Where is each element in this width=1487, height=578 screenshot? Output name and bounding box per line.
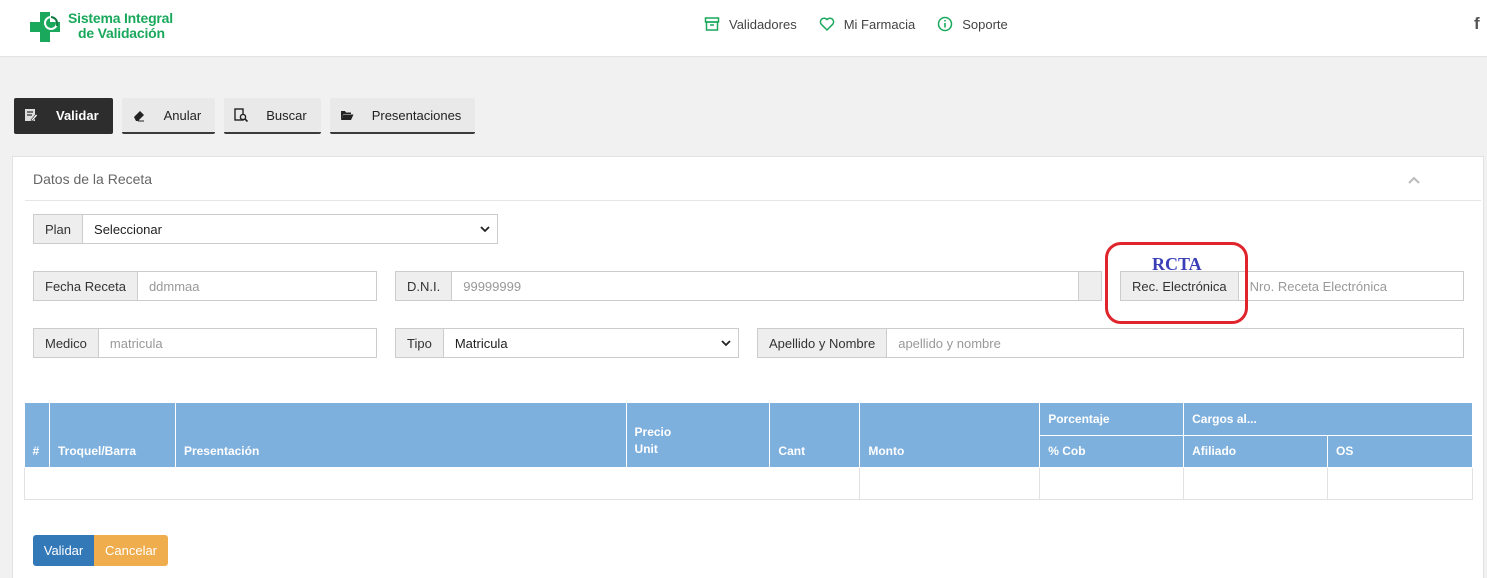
dni-group: D.N.I. 99999999: [395, 271, 1102, 301]
toolbar-buscar-button[interactable]: Buscar: [224, 98, 321, 134]
col-cargos: Cargos al...: [1183, 403, 1473, 436]
col-num: #: [24, 403, 50, 468]
table-row: [23, 466, 1473, 500]
dni-label: D.N.I.: [396, 272, 453, 300]
info-icon: [937, 16, 953, 32]
toolbar-buscar-label: Buscar: [266, 107, 307, 123]
fecha-receta-group: Fecha Receta ddmmaa: [33, 271, 377, 301]
nav-validadores-label: Validadores: [729, 16, 797, 32]
tipo-select-value: Matricula: [454, 335, 508, 351]
col-afiliado: Afiliado: [1183, 435, 1329, 468]
table-cell: [859, 466, 1041, 500]
toolbar-validar-label: Validar: [56, 107, 99, 123]
col-precio: Precio Unit: [626, 403, 771, 468]
fecha-receta-label: Fecha Receta: [34, 272, 138, 300]
col-monto: Monto: [859, 403, 1041, 468]
toolbar-anular-button[interactable]: Anular: [121, 98, 216, 134]
eraser-icon: [133, 111, 144, 122]
col-cant: Cant: [769, 403, 861, 468]
panel-title: Datos de la Receta: [33, 171, 153, 187]
brand-name: Sistema Integral de Validación: [68, 11, 173, 41]
toolbar-anular-label: Anular: [163, 107, 202, 123]
table-cell: [1327, 466, 1473, 500]
fecha-receta-input[interactable]: ddmmaa: [138, 272, 376, 300]
nav-soporte[interactable]: Soporte: [937, 15, 1008, 33]
validar-button[interactable]: Validar: [33, 535, 94, 566]
archive-icon: [704, 17, 720, 31]
col-os: OS: [1327, 435, 1473, 468]
table-cell: [1183, 466, 1329, 500]
medico-label: Medico: [34, 329, 99, 357]
brand-line1: Sistema Integral: [68, 10, 173, 26]
cancelar-button[interactable]: Cancelar: [94, 535, 168, 566]
brand-line2: de Validación: [78, 25, 165, 41]
nav-validadores[interactable]: Validadores: [704, 15, 797, 33]
rec-electronica-input[interactable]: Nro. Receta Electrónica: [1239, 272, 1463, 300]
nav-mi-farmacia-label: Mi Farmacia: [843, 16, 916, 32]
apellido-nombre-group: Apellido y Nombre apellido y nombre: [757, 328, 1464, 358]
col-cob: % Cob: [1039, 435, 1185, 468]
plan-label: Plan: [34, 215, 84, 243]
facebook-icon[interactable]: f: [1474, 14, 1480, 34]
col-presentacion: Presentación: [175, 403, 627, 468]
top-navbar: Sistema Integral de Validación Validador…: [0, 0, 1487, 57]
table-cell: [1039, 466, 1185, 500]
dni-addon-button[interactable]: [1078, 272, 1101, 300]
chevron-down-icon: [480, 226, 490, 233]
heart-icon: [819, 17, 835, 31]
folder-open-icon: [340, 111, 354, 120]
col-troquel: Troquel/Barra: [49, 403, 176, 468]
dni-input[interactable]: 99999999: [452, 272, 1078, 300]
search-document-icon: [234, 108, 249, 122]
apellido-nombre-label: Apellido y Nombre: [758, 329, 888, 357]
form-actions: Validar Cancelar: [33, 535, 168, 566]
medico-group: Medico matricula: [33, 328, 377, 358]
tipo-label: Tipo: [396, 329, 444, 357]
toolbar-validar-button[interactable]: Validar: [14, 98, 113, 134]
plan-select-value: Seleccionar: [94, 221, 162, 237]
apellido-nombre-input[interactable]: apellido y nombre: [887, 329, 1463, 357]
nav-soporte-label: Soporte: [962, 16, 1008, 32]
col-porcentaje: Porcentaje: [1039, 403, 1185, 436]
chevron-down-icon: [721, 340, 731, 347]
toolbar-presentaciones-button[interactable]: Presentaciones: [329, 98, 476, 134]
pharmacy-cross-icon: [30, 12, 60, 42]
plan-group: Plan Seleccionar: [33, 214, 498, 244]
nav-mi-farmacia[interactable]: Mi Farmacia: [819, 15, 916, 33]
col-precio-label: Precio Unit: [634, 424, 672, 456]
toolbar-presentaciones-label: Presentaciones: [371, 107, 462, 123]
table-cell: [23, 466, 861, 500]
medico-input[interactable]: matricula: [99, 329, 376, 357]
tipo-group: Tipo Matricula: [395, 328, 739, 358]
action-toolbar: Validar Anular Buscar Presentaciones: [14, 98, 476, 134]
brand-logo[interactable]: Sistema Integral de Validación: [28, 8, 198, 48]
panel-divider: [25, 200, 1481, 201]
highlight-ring: [1105, 242, 1248, 324]
edit-note-icon: [25, 109, 38, 122]
chevron-up-icon[interactable]: [1407, 173, 1421, 187]
tipo-select[interactable]: Matricula: [444, 329, 738, 357]
items-table: # Troquel/Barra Presentación Precio Unit…: [23, 403, 1473, 500]
plan-select[interactable]: Seleccionar: [83, 215, 497, 243]
main-nav: Validadores Mi Farmacia Soporte: [704, 15, 1008, 33]
